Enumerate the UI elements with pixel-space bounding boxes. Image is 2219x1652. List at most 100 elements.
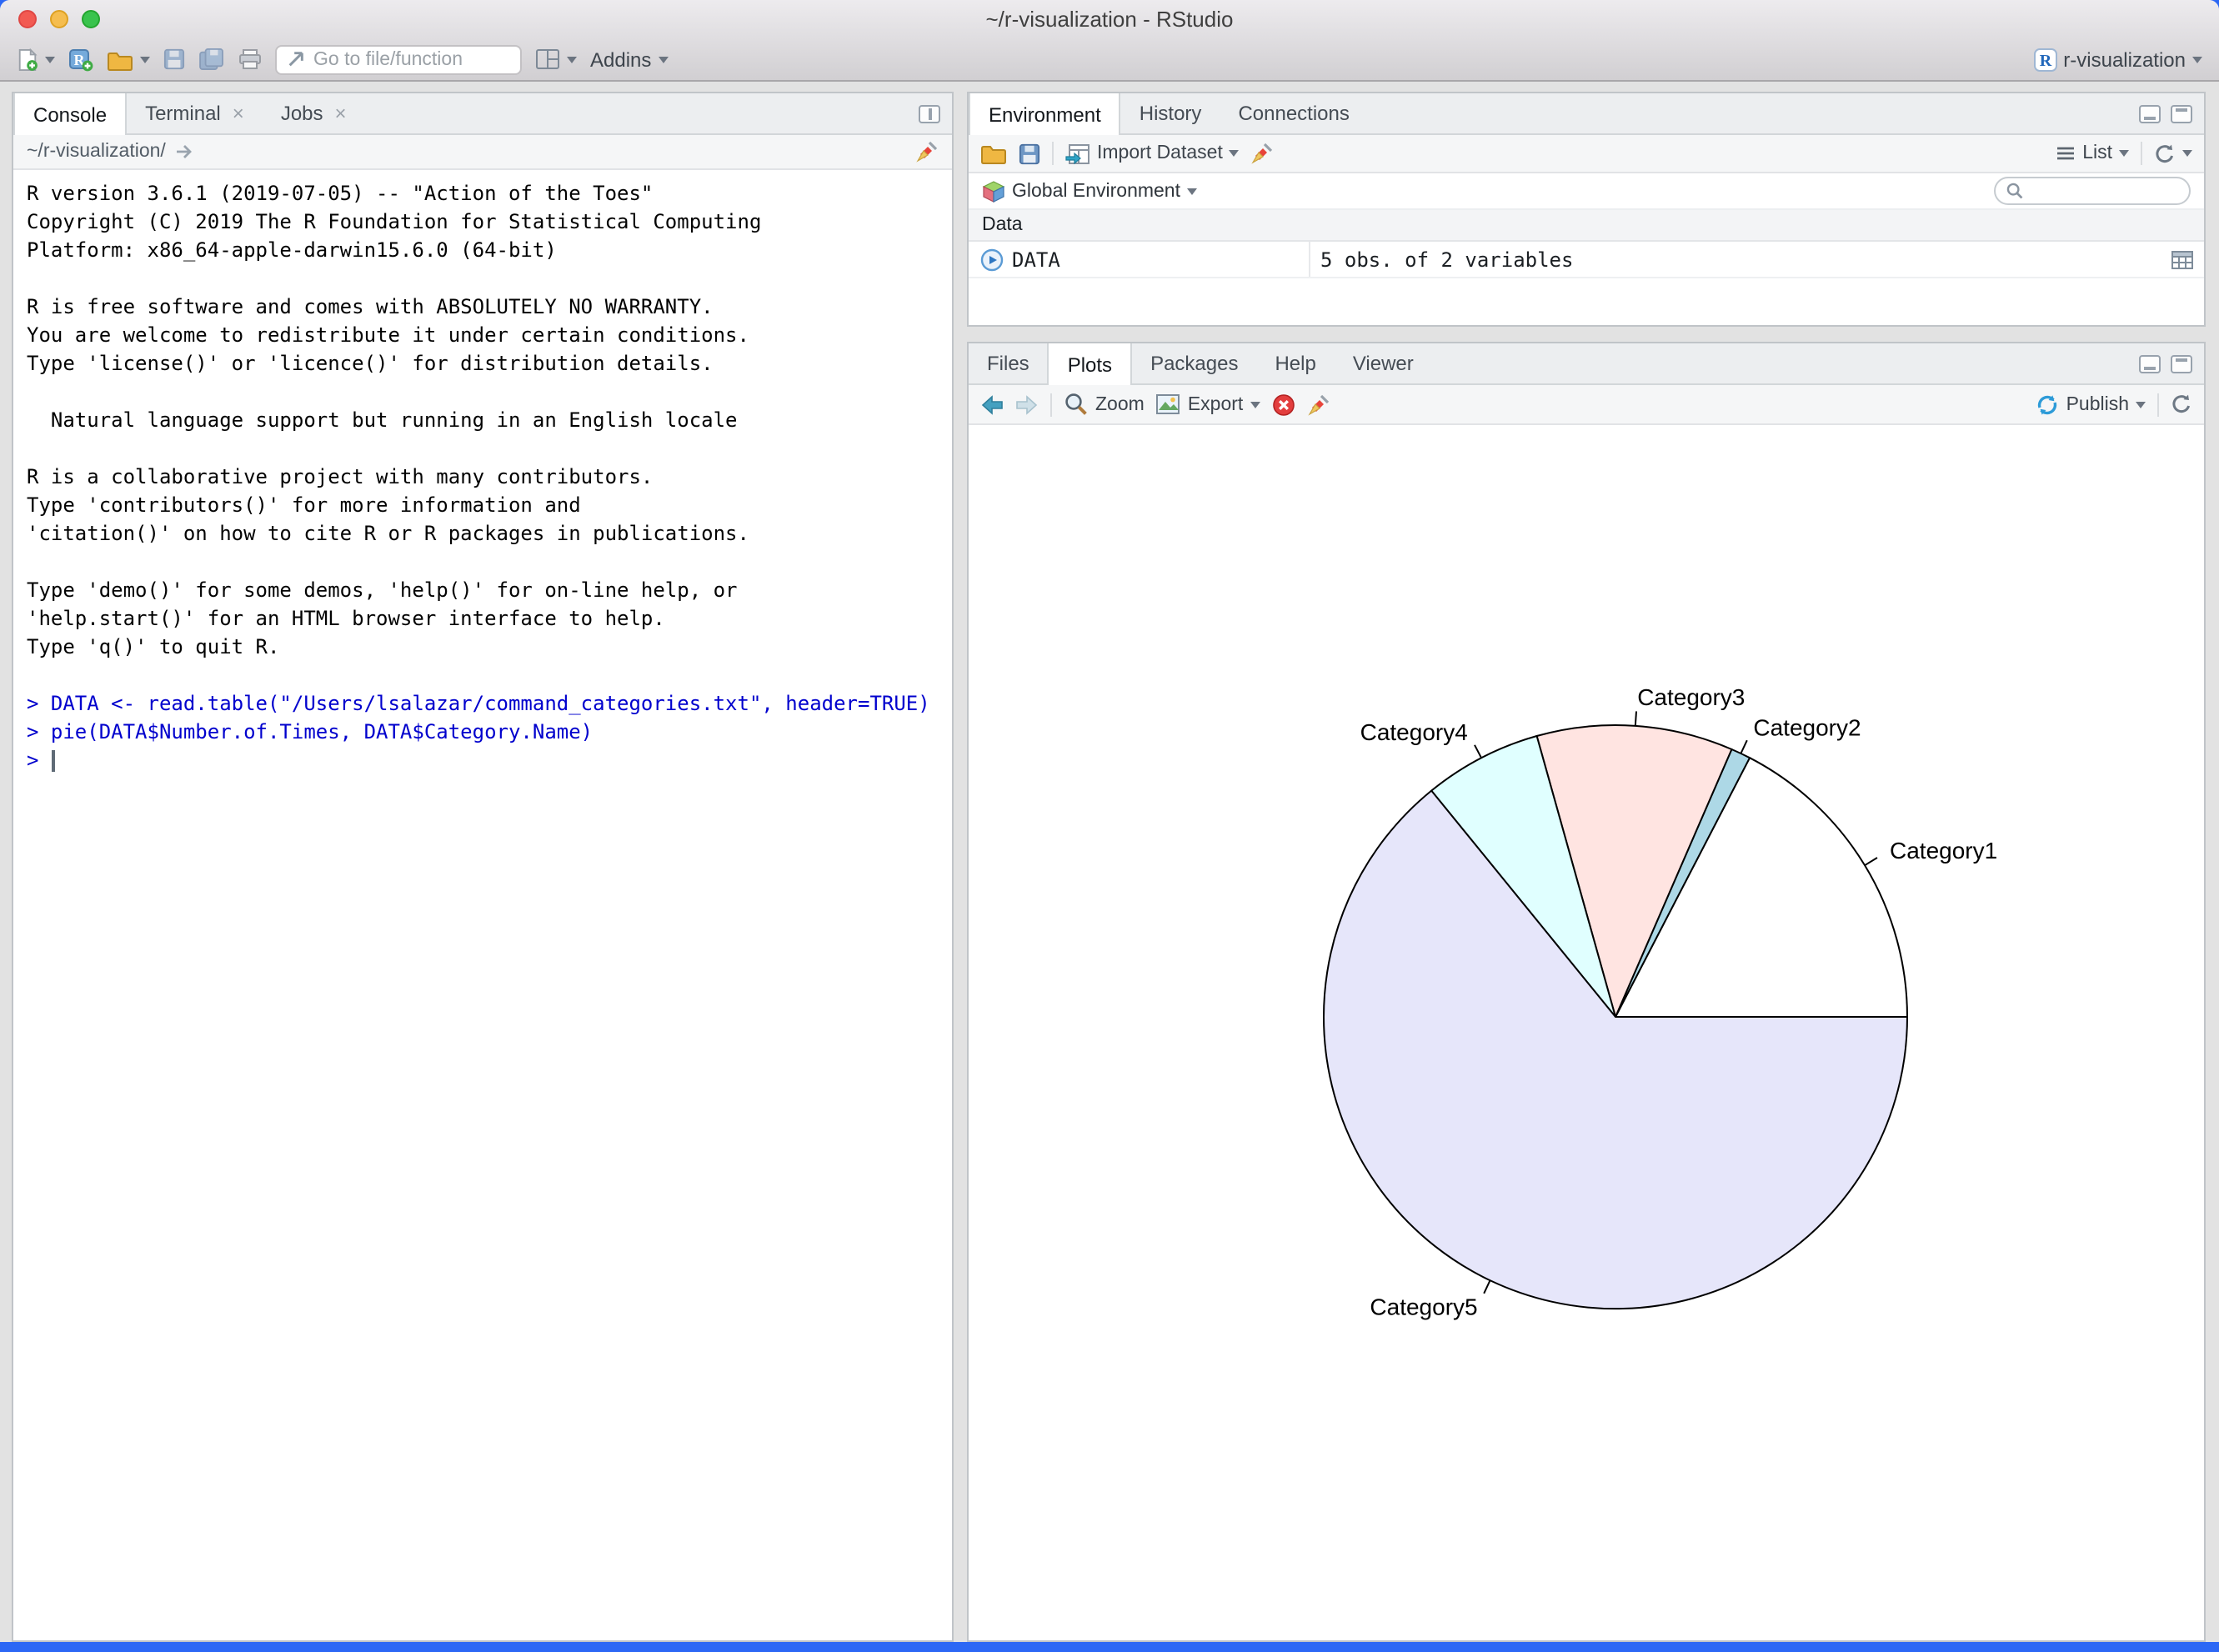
close-icon[interactable]: × (233, 103, 244, 123)
maximize-pane-icon[interactable] (2171, 354, 2192, 373)
close-window-button[interactable] (18, 10, 37, 28)
environment-object-row[interactable]: DATA 5 obs. of 2 variables (969, 242, 2204, 278)
plots-pane: Files Plots Packages Help Viewer (967, 342, 2206, 1642)
toolbar-separator (1050, 393, 1052, 416)
open-folder-icon (107, 48, 133, 71)
chevron-down-icon (1250, 401, 1260, 408)
environment-search-input[interactable] (2031, 181, 2179, 201)
close-icon[interactable]: × (335, 103, 347, 123)
tab-packages[interactable]: Packages (1132, 343, 1256, 383)
publish-icon (2036, 393, 2060, 416)
clear-all-plots-broom-icon[interactable] (1306, 393, 1330, 416)
console-output-line: Type 'contributors()' for more informati… (27, 492, 939, 520)
toolbar-separator (2157, 393, 2159, 416)
save-all-button[interactable] (198, 48, 225, 70)
expand-object-icon[interactable] (980, 248, 1004, 271)
new-project-button[interactable]: R (68, 48, 93, 71)
tab-viewer[interactable]: Viewer (1335, 343, 1432, 383)
r-project-icon: R (2033, 48, 2056, 71)
next-plot-button[interactable] (1015, 394, 1039, 414)
console-output-line (27, 435, 939, 463)
console-output-line: 'help.start()' for an HTML browser inter… (27, 605, 939, 633)
publish-label: Publish (2066, 394, 2129, 414)
refresh-icon (2154, 143, 2176, 164)
clear-console-broom-icon[interactable] (915, 140, 939, 163)
pane-layout-icon (535, 48, 560, 70)
tab-connections[interactable]: Connections (1220, 93, 1367, 133)
chevron-down-icon (658, 56, 668, 63)
pane-layout-button[interactable] (535, 48, 577, 70)
minimize-pane-icon[interactable] (2139, 104, 2161, 123)
console-output-line (27, 548, 939, 577)
save-all-icon (198, 48, 225, 70)
minimize-pane-icon[interactable] (2139, 354, 2161, 373)
goto-file-function-input[interactable] (313, 49, 497, 69)
environment-pane: Environment History Connections (967, 92, 2206, 327)
console-output-line: 'citation()' on how to cite R or R packa… (27, 520, 939, 548)
toolbar-separator (1052, 142, 1054, 165)
tab-help[interactable]: Help (1256, 343, 1334, 383)
goto-directory-icon[interactable] (176, 143, 196, 160)
environment-toolbar: Import Dataset List (969, 135, 2204, 173)
minimize-window-button[interactable] (50, 10, 68, 28)
tab-connections-label: Connections (1238, 102, 1349, 125)
global-environment-label: Global Environment (1012, 181, 1180, 201)
zoom-plot-button[interactable]: Zoom (1064, 392, 1145, 417)
console-output[interactable]: R version 3.6.1 (2019-07-05) -- "Action … (13, 170, 952, 1640)
export-label: Export (1188, 394, 1244, 414)
pie-label-category2: Category2 (1753, 714, 1861, 740)
maximize-pane-icon[interactable] (2171, 104, 2192, 123)
console-command-line: > pie(DATA$Number.of.Times, DATA$Categor… (27, 718, 939, 747)
titlebar[interactable]: ~/r-visualization - RStudio (0, 0, 2219, 38)
save-workspace-icon[interactable] (1019, 143, 1040, 164)
goto-file-function-box[interactable] (275, 44, 522, 74)
clear-environment-broom-icon[interactable] (1251, 142, 1275, 165)
print-button[interactable] (238, 48, 262, 70)
right-column: Environment History Connections (967, 92, 2206, 1642)
chevron-down-icon (2192, 56, 2202, 63)
pie-label-category5: Category5 (1370, 1294, 1477, 1320)
tab-console[interactable]: Console (13, 93, 127, 135)
global-environment-dropdown[interactable]: Global Environment (982, 179, 1197, 203)
tab-plots[interactable]: Plots (1048, 343, 1132, 385)
environment-scope-row: Global Environment (969, 173, 2204, 210)
forward-arrow-icon (1015, 394, 1039, 414)
goto-icon (287, 50, 305, 68)
refresh-plot-button[interactable] (2171, 393, 2192, 415)
project-dropdown[interactable]: R r-visualization (2033, 48, 2202, 71)
remove-plot-button[interactable] (1271, 393, 1295, 416)
export-plot-dropdown[interactable]: Export (1156, 393, 1260, 415)
open-file-button[interactable] (107, 48, 150, 71)
list-view-dropdown[interactable]: List (2056, 143, 2129, 163)
view-data-button[interactable] (2171, 249, 2194, 269)
environment-search-box[interactable] (1994, 177, 2191, 205)
zoom-window-button[interactable] (82, 10, 100, 28)
maximize-pane-icon[interactable] (919, 104, 940, 123)
save-button[interactable] (163, 48, 185, 70)
new-file-button[interactable] (17, 48, 55, 71)
tab-jobs[interactable]: Jobs × (263, 93, 365, 133)
environment-section-header: Data (969, 210, 2204, 242)
addins-label: Addins (590, 48, 651, 71)
tabbar-spacer (365, 93, 919, 133)
new-file-icon (17, 48, 38, 71)
environment-pane-buttons (2139, 93, 2204, 133)
tab-terminal[interactable]: Terminal × (127, 93, 263, 133)
zoom-label: Zoom (1095, 394, 1145, 414)
previous-plot-button[interactable] (980, 394, 1004, 414)
tab-viewer-label: Viewer (1353, 352, 1414, 375)
toolbar-separator (2141, 142, 2142, 165)
rstudio-window: ~/r-visualization - RStudio R (0, 0, 2219, 1642)
tab-history[interactable]: History (1121, 93, 1220, 133)
publish-dropdown[interactable]: Publish (2036, 393, 2146, 416)
load-workspace-folder-icon[interactable] (980, 142, 1007, 165)
tab-files[interactable]: Files (969, 343, 1048, 383)
addins-dropdown[interactable]: Addins (590, 48, 668, 71)
environment-tabbar: Environment History Connections (969, 93, 2204, 135)
object-name: DATA (1012, 248, 1060, 271)
tab-environment[interactable]: Environment (969, 93, 1121, 135)
refresh-environment-button[interactable] (2154, 143, 2192, 164)
import-dataset-dropdown[interactable]: Import Dataset (1065, 143, 1240, 164)
list-icon (2056, 145, 2076, 162)
console-output-line (27, 662, 939, 690)
